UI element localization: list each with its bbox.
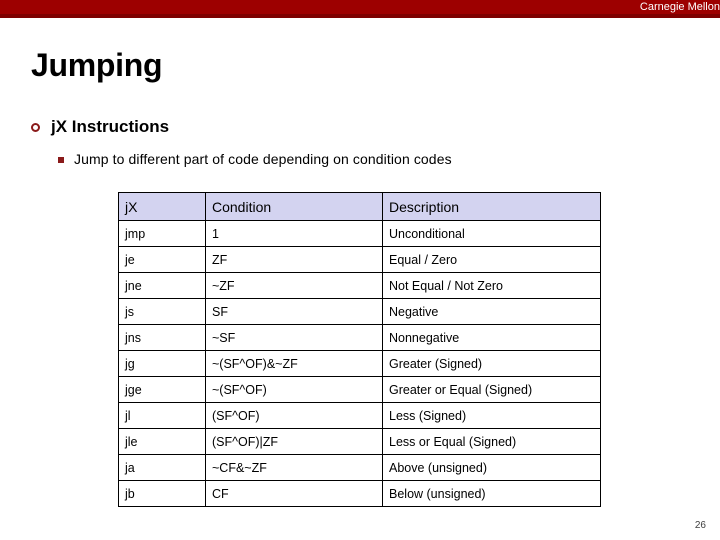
cell-instruction: ja [118, 454, 206, 481]
cell-instruction: jb [118, 480, 206, 507]
bullet-level2: Jump to different part of code depending… [58, 150, 452, 169]
bullet-level1-label: jX Instructions [51, 117, 170, 136]
cell-description: Nonnegative [382, 324, 601, 351]
cell-description: Below (unsigned) [382, 480, 601, 507]
cell-description: Greater (Signed) [382, 350, 601, 377]
column-header-jx: jX [118, 192, 206, 221]
cell-description: Unconditional [382, 220, 601, 247]
cell-instruction: jl [118, 402, 206, 429]
table-row: jne ~ZF Not Equal / Not Zero [118, 272, 601, 299]
table-row: jmp 1 Unconditional [118, 220, 601, 247]
cell-description: Above (unsigned) [382, 454, 601, 481]
cell-condition: ~ZF [205, 272, 383, 299]
university-brand-label: Carnegie Mellon [639, 1, 720, 13]
cell-condition: CF [205, 480, 383, 507]
cell-instruction: jns [118, 324, 206, 351]
cell-description: Not Equal / Not Zero [382, 272, 601, 299]
cell-condition: ZF [205, 246, 383, 273]
table-header-row: jX Condition Description [118, 192, 601, 221]
cell-instruction: jmp [118, 220, 206, 247]
table-row: js SF Negative [118, 298, 601, 325]
cell-description: Less (Signed) [382, 402, 601, 429]
cell-instruction: js [118, 298, 206, 325]
cell-instruction: jne [118, 272, 206, 299]
circle-bullet-icon [31, 123, 40, 132]
page-title: Jumping [31, 47, 163, 83]
cell-description: Equal / Zero [382, 246, 601, 273]
page-number: 26 [694, 520, 706, 531]
column-header-description: Description [382, 192, 601, 221]
cell-condition: (SF^OF) [205, 402, 383, 429]
cell-condition: ~(SF^OF) [205, 376, 383, 403]
table-row: je ZF Equal / Zero [118, 246, 601, 273]
cell-condition: SF [205, 298, 383, 325]
cell-instruction: jg [118, 350, 206, 377]
cell-instruction: jle [118, 428, 206, 455]
cell-description: Negative [382, 298, 601, 325]
table-row: jle (SF^OF)|ZF Less or Equal (Signed) [118, 428, 601, 455]
jump-instructions-table: jX Condition Description jmp 1 Uncondition… [118, 192, 601, 507]
cell-condition: ~(SF^OF)&~ZF [205, 350, 383, 377]
table-row: jl (SF^OF) Less (Signed) [118, 402, 601, 429]
column-header-condition: Condition [205, 192, 383, 221]
cell-condition: ~CF&~ZF [205, 454, 383, 481]
bullet-level2-label: Jump to different part of code depending… [74, 151, 452, 167]
cell-instruction: je [118, 246, 206, 273]
cell-instruction: jge [118, 376, 206, 403]
square-bullet-icon [58, 157, 64, 163]
table-row: ja ~CF&~ZF Above (unsigned) [118, 454, 601, 481]
cell-condition: 1 [205, 220, 383, 247]
table-row: jns ~SF Nonnegative [118, 324, 601, 351]
cell-condition: ~SF [205, 324, 383, 351]
table-row: jge ~(SF^OF) Greater or Equal (Signed) [118, 376, 601, 403]
table-row: jb CF Below (unsigned) [118, 480, 601, 507]
table-body: jmp 1 Unconditional je ZF Equal / Zero jne ~ZF N… [118, 220, 601, 507]
cell-condition: (SF^OF)|ZF [205, 428, 383, 455]
cell-description: Less or Equal (Signed) [382, 428, 601, 455]
table-row: jg ~(SF^OF)&~ZF Greater (Signed) [118, 350, 601, 377]
bullet-level1: jX Instructions [31, 116, 169, 138]
cell-description: Greater or Equal (Signed) [382, 376, 601, 403]
top-banner: Carnegie Mellon [0, 0, 720, 18]
